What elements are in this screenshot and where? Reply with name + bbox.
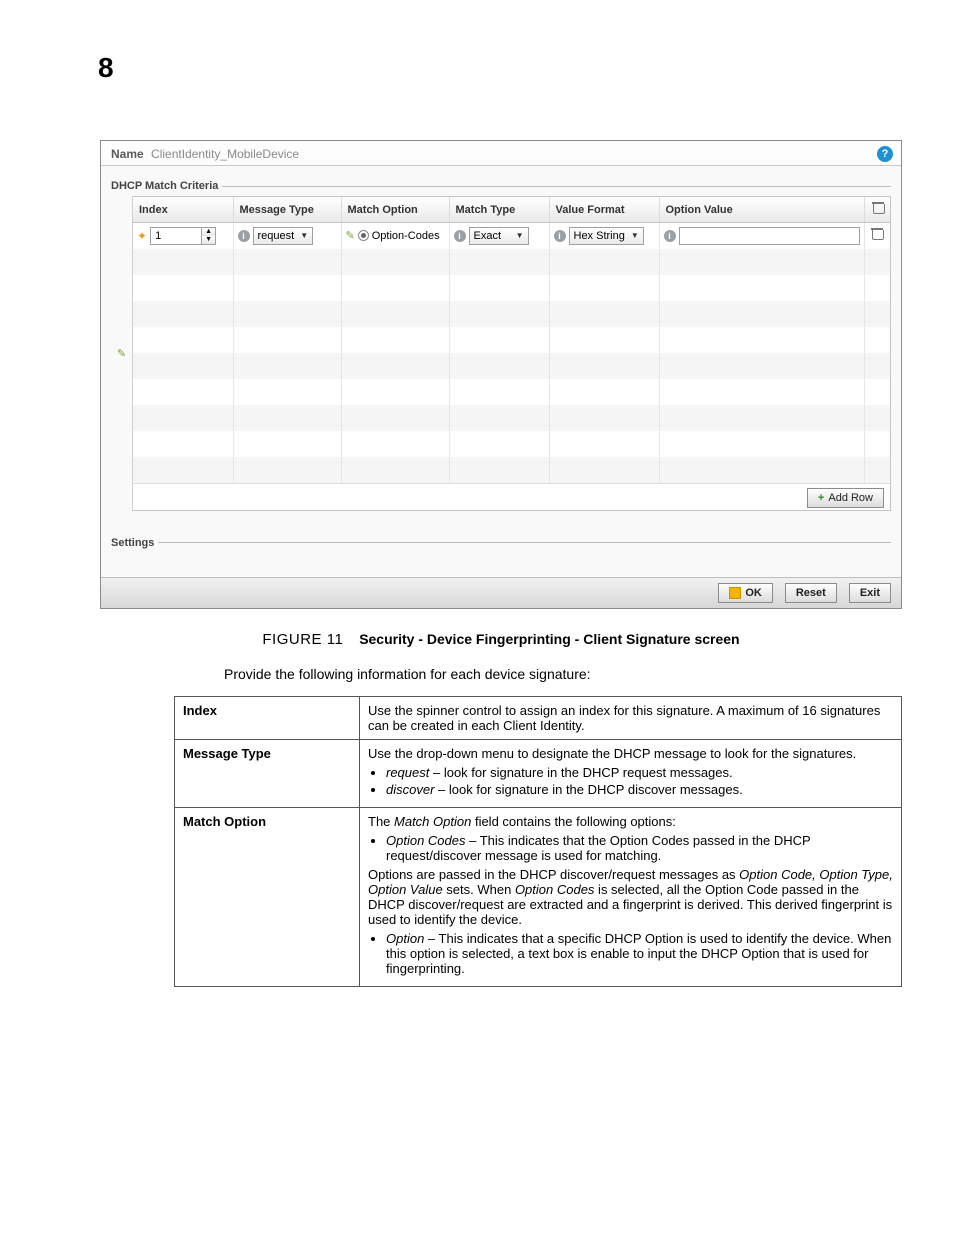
match-type-select[interactable]: Exact▼ (469, 227, 529, 245)
desc-definition: Use the drop-down menu to designate the … (360, 739, 902, 807)
info-icon[interactable]: i (664, 230, 676, 242)
desc-definition: Use the spinner control to assign an ind… (360, 696, 902, 739)
trash-icon[interactable] (871, 201, 885, 215)
chevron-down-icon: ▼ (300, 231, 308, 240)
panel-footer: OK Reset Exit (101, 577, 901, 608)
name-value: ClientIdentity_MobileDevice (151, 147, 299, 161)
col-delete (864, 197, 890, 223)
dhcp-section-title: DHCP Match Criteria (111, 180, 891, 192)
name-label: Name (111, 147, 144, 161)
reset-button[interactable]: Reset (785, 583, 837, 603)
table-row (133, 249, 890, 275)
chevron-down-icon: ▼ (631, 231, 639, 240)
table-row (133, 327, 890, 353)
page-number: 8 (98, 52, 902, 84)
desc-row: Match OptionThe Match Option field conta… (175, 807, 902, 986)
client-signature-panel: Name ClientIdentity_MobileDevice ? DHCP … (100, 140, 902, 609)
table-row (133, 353, 890, 379)
desc-term: Message Type (175, 739, 360, 807)
exit-button[interactable]: Exit (849, 583, 891, 603)
index-stepper[interactable]: ▲ ▼ (150, 227, 216, 245)
table-row (133, 301, 890, 327)
table-row (133, 275, 890, 301)
ok-button[interactable]: OK (718, 583, 773, 603)
value-format-select[interactable]: Hex String▼ (569, 227, 644, 245)
pencil-icon[interactable]: ✎ (117, 347, 126, 360)
desc-row: IndexUse the spinner control to assign a… (175, 696, 902, 739)
spinner-down[interactable]: ▼ (202, 236, 215, 244)
col-option-value[interactable]: Option Value (659, 197, 864, 223)
chevron-down-icon: ▼ (516, 231, 524, 240)
table-row[interactable]: ✦ ▲ ▼ (133, 223, 890, 249)
intro-text: Provide the following information for ea… (224, 666, 902, 682)
figure-caption: FIGURE 11 Security - Device Fingerprinti… (100, 631, 902, 648)
table-row (133, 431, 890, 457)
pencil-icon[interactable]: ✎ (346, 229, 355, 242)
help-icon[interactable]: ? (877, 146, 893, 162)
match-option-label: Option-Codes (372, 230, 440, 242)
desc-row: Message TypeUse the drop-down menu to de… (175, 739, 902, 807)
table-row (133, 457, 890, 483)
info-icon[interactable]: i (554, 230, 566, 242)
settings-section-title: Settings (111, 537, 891, 549)
grid-left-gutter: ✎ (111, 196, 133, 511)
wand-icon: ✦ (137, 229, 147, 243)
desc-term: Index (175, 696, 360, 739)
match-option-radio[interactable] (358, 230, 369, 241)
description-table: IndexUse the spinner control to assign a… (174, 696, 902, 987)
panel-header: Name ClientIdentity_MobileDevice ? (101, 141, 901, 166)
desc-term: Match Option (175, 807, 360, 986)
index-input[interactable] (151, 228, 201, 244)
spinner-up[interactable]: ▲ (202, 228, 215, 236)
desc-definition: The Match Option field contains the foll… (360, 807, 902, 986)
figure-label: FIGURE 11 (262, 631, 343, 648)
col-message-type[interactable]: Message Type (233, 197, 341, 223)
col-index[interactable]: Index (133, 197, 233, 223)
ok-icon (729, 587, 741, 599)
trash-icon[interactable] (870, 227, 884, 241)
message-type-select[interactable]: request▼ (253, 227, 314, 245)
info-icon[interactable]: i (238, 230, 250, 242)
col-value-format[interactable]: Value Format (549, 197, 659, 223)
option-value-input[interactable] (679, 227, 860, 245)
info-icon[interactable]: i (454, 230, 466, 242)
figure-title: Security - Device Fingerprinting - Clien… (359, 631, 739, 647)
table-row (133, 379, 890, 405)
plus-icon: + (818, 492, 824, 504)
col-match-option[interactable]: Match Option (341, 197, 449, 223)
col-match-type[interactable]: Match Type (449, 197, 549, 223)
table-row (133, 405, 890, 431)
criteria-table: Index Message Type Match Option Match Ty… (133, 197, 890, 483)
add-row-button[interactable]: + Add Row (807, 488, 884, 508)
